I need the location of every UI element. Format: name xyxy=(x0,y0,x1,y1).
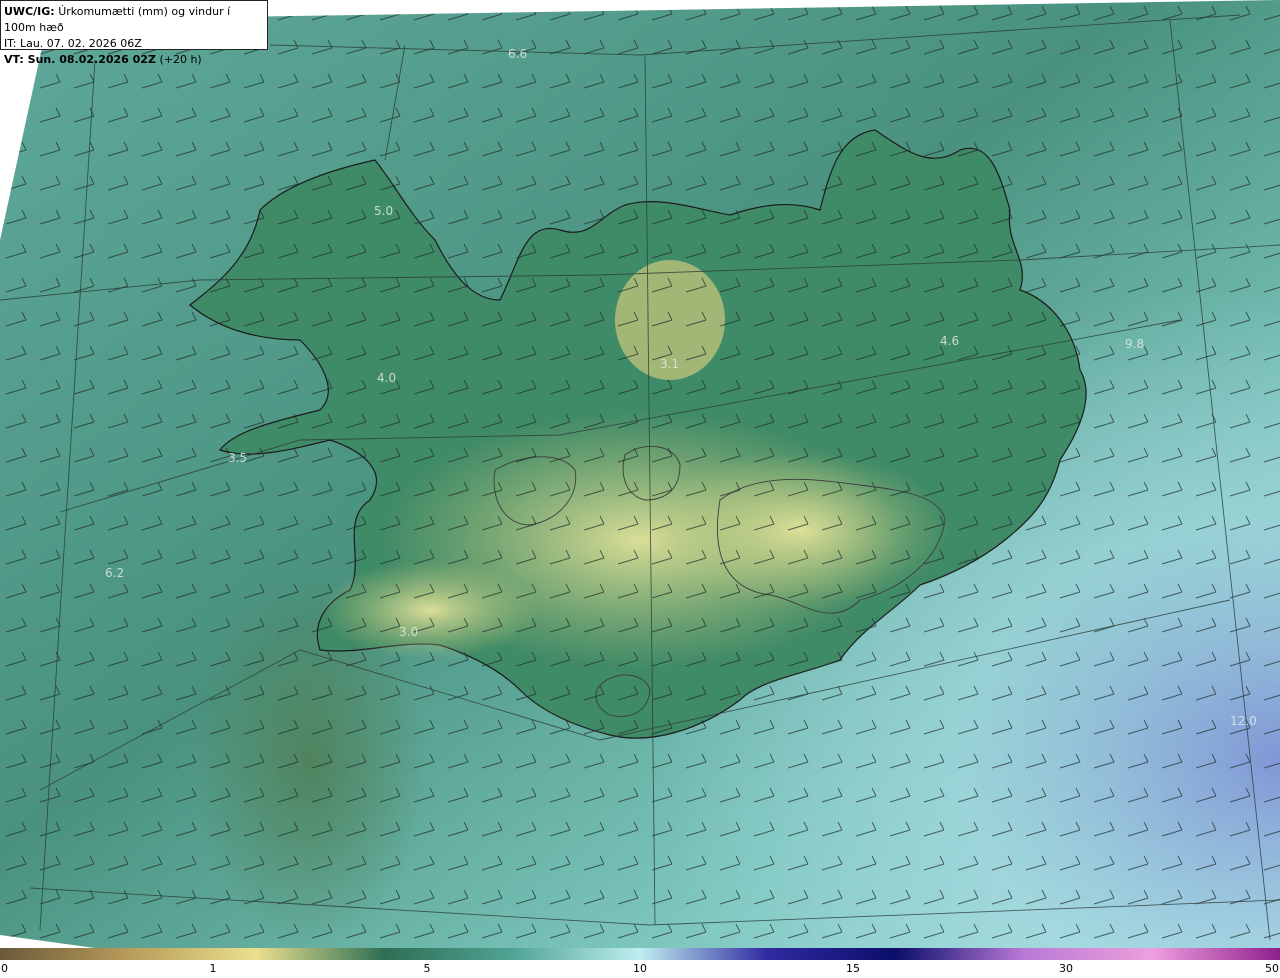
colorbar-tick: 15 xyxy=(846,962,860,975)
valid-time-line: VT: Sun. 08.02.2026 02Z (+20 h) xyxy=(4,52,264,68)
forecast-offset: (+20 h) xyxy=(159,53,202,66)
title-line: UWC/IG: Úrkomumætti (mm) og vindur í 100… xyxy=(4,4,264,36)
colorbar-tick: 50 xyxy=(1265,962,1279,975)
colorbar-tick: 30 xyxy=(1059,962,1073,975)
map-value-label: 6.2 xyxy=(105,566,124,580)
colorbar-labels: 0 1 5 10 15 30 50 xyxy=(0,962,1280,978)
map-value-label: 9.8 xyxy=(1125,337,1144,351)
model-label: UWC/IG: xyxy=(4,5,55,18)
colorbar-tick: 0 xyxy=(1,962,8,975)
colorbar xyxy=(0,948,1280,960)
colorbar-tick: 1 xyxy=(209,962,217,975)
valid-time: VT: Sun. 08.02.2026 02Z xyxy=(4,53,156,66)
map-value-label: 3.1 xyxy=(660,357,679,371)
map-value-label: 3.0 xyxy=(399,625,418,639)
map-value-label: 3.5 xyxy=(228,451,247,465)
colorbar-tick: 5 xyxy=(423,962,431,975)
map-value-label: 12.0 xyxy=(1230,714,1257,728)
map-value-label: 4.0 xyxy=(377,371,396,385)
map-value-label: 4.6 xyxy=(940,334,959,348)
map-value-label: 6.6 xyxy=(508,47,527,61)
map-value-label: 5.0 xyxy=(374,204,393,218)
map-header: UWC/IG: Úrkomumætti (mm) og vindur í 100… xyxy=(0,0,268,66)
colorbar-tick: 10 xyxy=(633,962,647,975)
precipitation-map: 6.6 5.0 4.0 3.5 3.1 4.6 6.2 3.0 9.8 12.0 xyxy=(0,0,1280,948)
init-time: IT: Lau. 07. 02. 2026 06Z xyxy=(4,37,142,50)
